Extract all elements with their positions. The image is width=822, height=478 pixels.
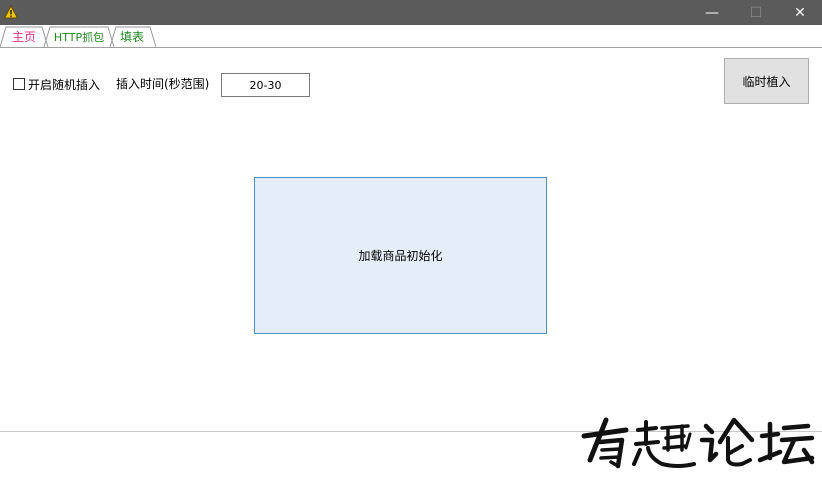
tab-home[interactable]: 主页 xyxy=(6,27,42,46)
minimize-button[interactable]: — xyxy=(690,0,734,25)
warning-icon xyxy=(4,5,18,19)
maximize-icon: ☐ xyxy=(749,4,763,21)
maximize-button[interactable]: ☐ xyxy=(734,0,778,25)
random-insert-label: 开启随机插入 xyxy=(28,77,101,92)
minimize-icon: — xyxy=(705,4,719,21)
temp-insert-button[interactable]: 临时植入 xyxy=(724,58,809,104)
interval-input[interactable] xyxy=(221,73,310,97)
load-init-button[interactable]: 加载商品初始化 xyxy=(254,177,547,334)
checkbox-box[interactable] xyxy=(13,78,25,90)
interval-label: 插入时间(秒范围) xyxy=(116,77,210,91)
title-bar: — ☐ ✕ xyxy=(0,0,822,25)
tab-baseline xyxy=(0,47,822,48)
random-insert-checkbox[interactable]: 开启随机插入 xyxy=(13,75,100,93)
tab-fill-form[interactable]: 填表 xyxy=(114,27,150,46)
close-button[interactable]: ✕ xyxy=(778,0,822,25)
tab-http-capture[interactable]: HTTP抓包 xyxy=(50,27,108,46)
close-icon: ✕ xyxy=(794,4,806,21)
watermark-logo xyxy=(581,417,815,469)
